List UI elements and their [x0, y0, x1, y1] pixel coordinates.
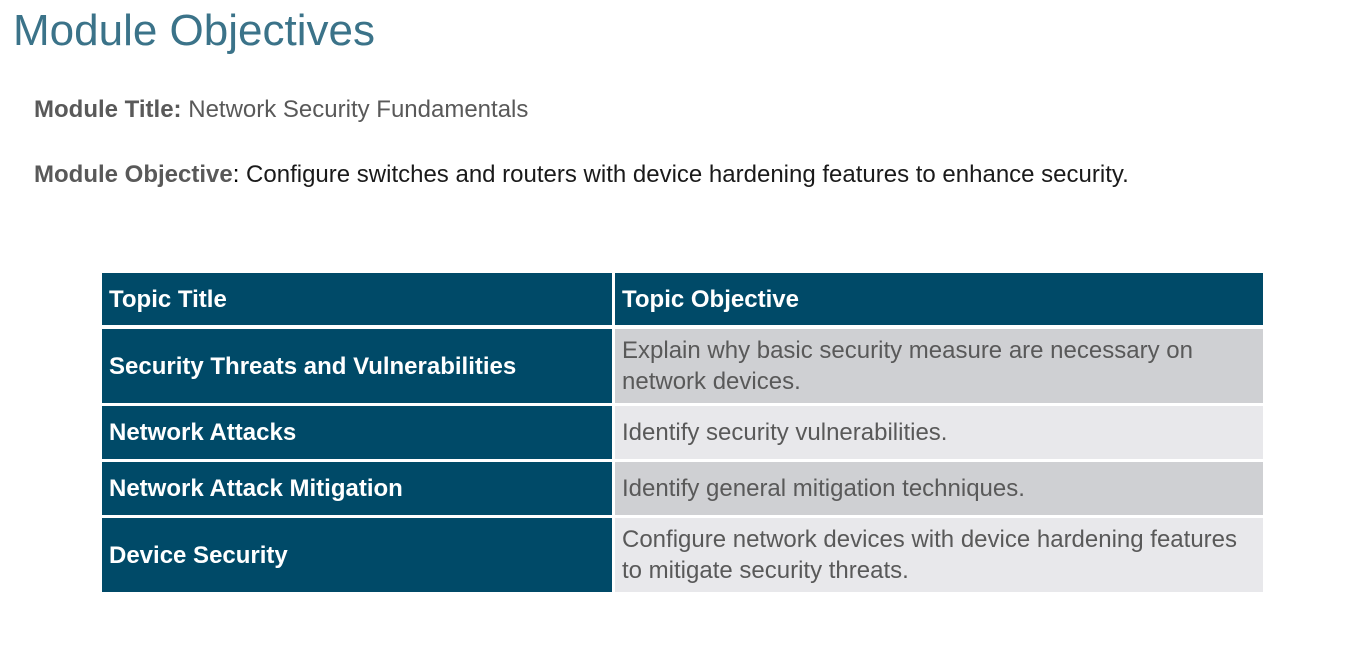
module-title-value: Network Security Fundamentals — [181, 96, 529, 123]
module-title-label: Module Title: — [34, 96, 182, 123]
column-header-topic-objective: Topic Objective — [615, 273, 1263, 329]
topic-title-cell: Security Threats and Vulnerabilities — [102, 329, 615, 406]
table-row: Security Threats and Vulnerabilities Exp… — [102, 329, 1263, 406]
slide-title: Module Objectives — [13, 6, 375, 55]
module-title-line: Module Title: Network Security Fundament… — [34, 96, 528, 124]
table-row: Device Security Configure network device… — [102, 518, 1263, 592]
topic-title-cell: Device Security — [102, 518, 615, 592]
table-header-row: Topic Title Topic Objective — [102, 273, 1263, 329]
topic-title-cell: Network Attack Mitigation — [102, 462, 615, 518]
table-row: Network Attack Mitigation Identify gener… — [102, 462, 1263, 518]
table-row: Network Attacks Identify security vulner… — [102, 406, 1263, 462]
column-header-topic-title: Topic Title — [102, 273, 615, 329]
topic-table: Topic Title Topic Objective Security Thr… — [102, 273, 1263, 592]
topic-objective-cell: Explain why basic security measure are n… — [615, 329, 1263, 406]
topic-objective-cell: Configure network devices with device ha… — [615, 518, 1263, 592]
topic-objective-cell: Identify general mitigation techniques. — [615, 462, 1263, 518]
topic-title-cell: Network Attacks — [102, 406, 615, 462]
module-objective-label: Module Objective — [34, 161, 233, 188]
module-objective-line: Module Objective: Configure switches and… — [34, 161, 1129, 189]
topic-objective-cell: Identify security vulnerabilities. — [615, 406, 1263, 462]
module-objective-value: Configure switches and routers with devi… — [239, 161, 1129, 188]
